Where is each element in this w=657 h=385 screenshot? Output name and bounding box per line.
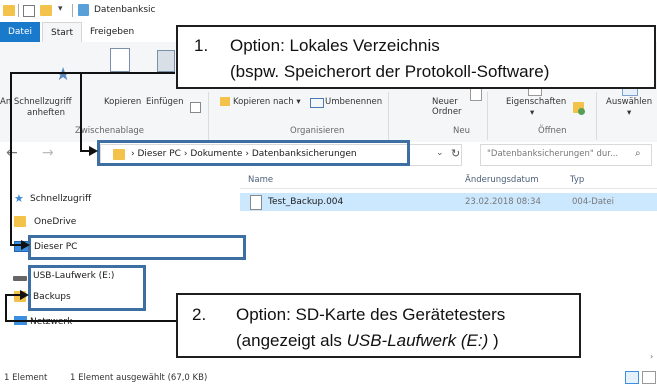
nav-onedrive[interactable]: OneDrive <box>34 217 76 227</box>
this-pc-highlight <box>28 235 246 260</box>
title-bar: ▾ Datenbanksic <box>0 0 657 22</box>
header-divider <box>240 188 657 189</box>
properties-dropdown[interactable]: ▾ <box>530 108 534 118</box>
callout-line-2: (angezeigt als USB-Laufwerk (E:) ) <box>236 331 499 351</box>
new-folder-button[interactable]: Neuer <box>432 97 458 107</box>
file-icon <box>250 195 262 210</box>
search-placeholder: "Datenbanksicherungen" dur... <box>487 149 619 159</box>
group-label-new: Neu <box>453 126 470 136</box>
scroll-right-icon[interactable]: › <box>650 352 653 361</box>
copy-icon <box>110 48 130 72</box>
explorer-app-icon <box>78 4 89 16</box>
group-label-open: Öffnen <box>538 126 567 136</box>
callout-line-2-prefix: (angezeigt als <box>236 331 347 350</box>
refresh-icon[interactable]: ↻ <box>451 147 460 160</box>
table-row[interactable]: Test_Backup.004 23.02.2018 08:34 004-Dat… <box>240 193 657 211</box>
properties-button[interactable]: Eigenschaften <box>506 97 566 107</box>
file-type: 004-Datei <box>572 197 614 207</box>
connector-line <box>5 294 21 296</box>
status-selected: 1 Element ausgewählt (67,0 KB) <box>70 373 208 383</box>
divider <box>18 4 19 17</box>
quick-access-dropdown-icon[interactable]: ▾ <box>58 4 63 14</box>
connector-line <box>80 72 82 152</box>
folder-icon <box>14 216 26 227</box>
connector-line <box>5 294 7 322</box>
copy-to-button[interactable]: Kopieren nach ▾ <box>233 97 301 107</box>
rename-button[interactable]: Umbenennen <box>325 97 382 107</box>
column-header-type[interactable]: Typ <box>570 175 584 185</box>
tab-start[interactable]: Start <box>42 22 82 43</box>
group-separator <box>487 92 488 140</box>
paste-icon <box>157 50 175 72</box>
copy-to-icon <box>220 97 230 106</box>
callout-line-2-emphasis: USB-Laufwerk (E:) <box>346 331 489 350</box>
window-title: Datenbanksic <box>94 5 156 15</box>
pin-label-2[interactable]: anheften <box>27 108 65 118</box>
arrow-icon <box>20 290 29 300</box>
open-badge-icon <box>578 108 585 115</box>
search-input[interactable]: "Datenbanksicherungen" dur... ⌕ <box>480 144 652 166</box>
file-name: Test_Backup.004 <box>268 197 344 207</box>
column-header-date[interactable]: Änderungsdatum <box>465 175 539 185</box>
large-icons-view-icon[interactable] <box>642 371 656 384</box>
status-count: 1 Element <box>4 373 48 383</box>
group-separator <box>388 92 389 140</box>
tab-freigeben[interactable]: Freigeben <box>82 22 142 42</box>
new-folder-button-2[interactable]: Ordner <box>432 107 462 117</box>
address-highlight <box>97 140 410 166</box>
group-separator <box>208 92 209 140</box>
new-item-icon[interactable] <box>470 87 482 101</box>
connector-line <box>10 72 12 246</box>
paste-button[interactable]: Einfügen <box>146 97 184 107</box>
callout-line-1: Option: SD-Karte des Gerätetesters <box>236 305 506 324</box>
group-separator <box>596 92 597 140</box>
new-folder-quick-icon[interactable] <box>40 5 52 16</box>
folder-icon <box>3 5 15 16</box>
pin-icon: ★ <box>55 64 72 85</box>
search-icon[interactable]: ⌕ <box>635 148 641 159</box>
rename-icon <box>310 98 324 108</box>
callout-line-2-suffix: ) <box>488 331 499 350</box>
properties-quick-icon[interactable] <box>23 5 35 17</box>
forward-arrow-icon[interactable]: → <box>42 145 54 161</box>
callout-line-2: (bspw. Speicherort der Protokoll-Softwar… <box>230 62 550 81</box>
address-dropdown-icon[interactable]: ⌄ <box>436 148 444 158</box>
divider <box>72 4 73 17</box>
nav-network[interactable]: Netzwerk <box>30 317 72 327</box>
paste-shortcut-icon[interactable] <box>190 102 201 113</box>
group-label-clipboard: Zwischenablage <box>75 126 145 136</box>
file-date: 23.02.2018 08:34 <box>465 197 541 207</box>
column-header-name[interactable]: Name <box>248 175 273 185</box>
connector-line <box>10 72 175 74</box>
callout-sd-card: 2. Option: SD-Karte des Gerätetesters (a… <box>176 293 581 358</box>
details-view-icon[interactable] <box>625 371 639 384</box>
tab-datei[interactable]: Datei <box>0 22 40 42</box>
select-dropdown[interactable]: ▾ <box>627 108 631 118</box>
star-icon: ★ <box>14 192 24 205</box>
arrow-icon <box>21 240 30 250</box>
connector-line <box>5 320 177 322</box>
select-button[interactable]: Auswählen <box>606 97 652 107</box>
group-label-organize: Organisieren <box>290 126 345 136</box>
nav-quick-access[interactable]: Schnellzugriff <box>30 194 91 204</box>
callout-line-1: Option: Lokales Verzeichnis <box>230 36 440 55</box>
callout-number: 1. <box>194 36 209 55</box>
status-bar: 1 Element 1 Element ausgewählt (67,0 KB) <box>0 362 657 385</box>
copy-button[interactable]: Kopieren <box>104 97 141 107</box>
callout-local-directory: 1. Option: Lokales Verzeichnis (bspw. Sp… <box>176 25 656 89</box>
usb-highlight <box>28 265 146 311</box>
arrow-icon <box>89 146 98 156</box>
callout-number: 2. <box>192 305 207 324</box>
usb-drive-icon <box>13 276 27 281</box>
